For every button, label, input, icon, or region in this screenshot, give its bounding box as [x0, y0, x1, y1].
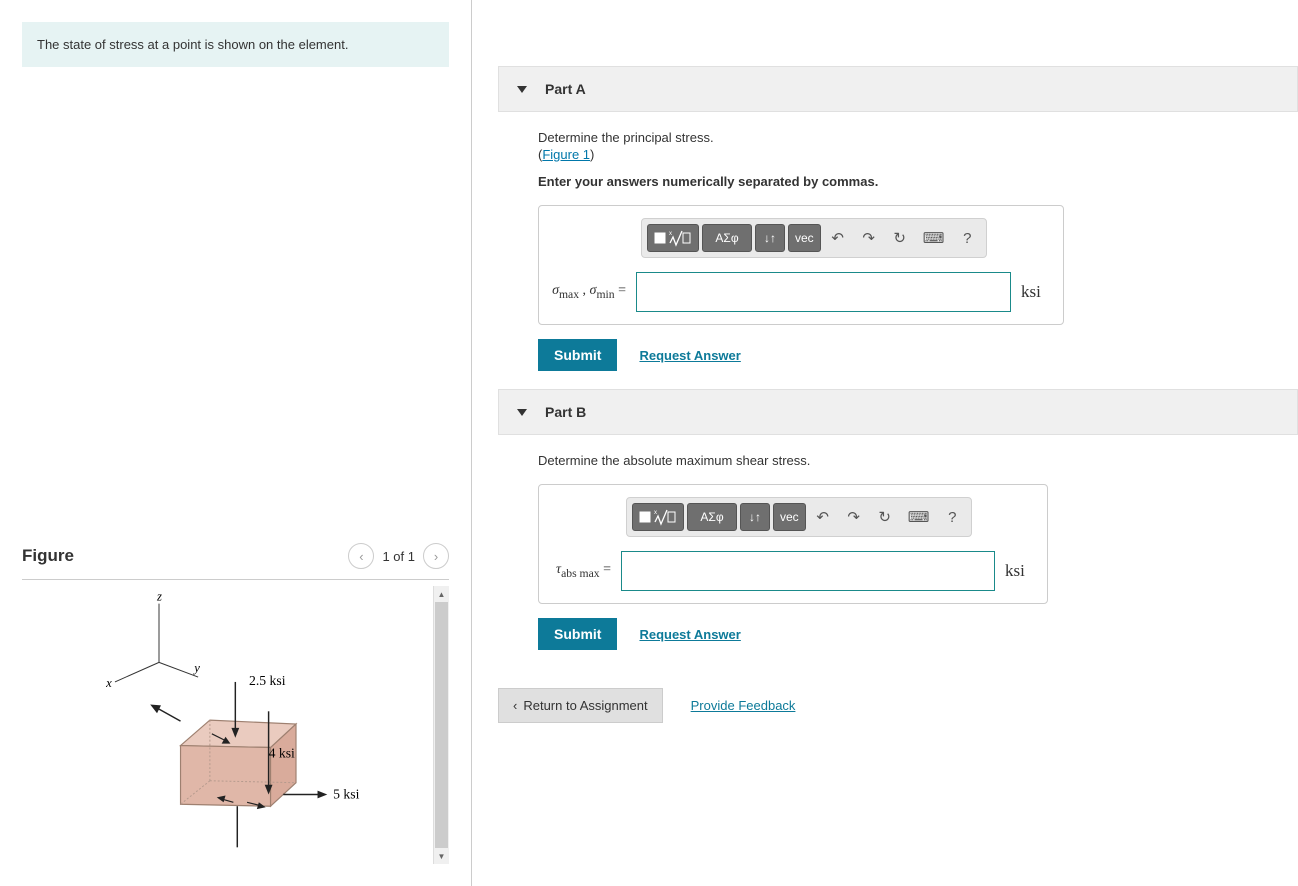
vec-button[interactable]: vec: [773, 503, 806, 531]
chevron-down-icon: [517, 409, 527, 416]
undo-button[interactable]: ↶: [809, 503, 837, 531]
part-b-unit: ksi: [1005, 561, 1035, 581]
axis-x-label: x: [105, 676, 112, 690]
part-b-instruction: Determine the absolute maximum shear str…: [538, 453, 1298, 468]
problem-statement: The state of stress at a point is shown …: [22, 22, 449, 67]
figure-link[interactable]: Figure 1: [542, 147, 590, 162]
greek-button[interactable]: ΑΣφ: [687, 503, 737, 531]
left-panel: The state of stress at a point is shown …: [0, 0, 472, 886]
part-a-header[interactable]: Part A: [498, 66, 1298, 112]
sort-button[interactable]: ↓↑: [740, 503, 770, 531]
axis-y-label: y: [192, 661, 200, 675]
template-button[interactable]: x: [647, 224, 699, 252]
part-b-header[interactable]: Part B: [498, 389, 1298, 435]
equation-toolbar-b: x ΑΣφ ↓↑ vec ↶ ↷ ↻ ⌨ ?: [626, 497, 972, 537]
part-a-var-label: σmax , σmin =: [551, 283, 626, 301]
return-button[interactable]: ‹ Return to Assignment: [498, 688, 663, 723]
part-a-request-link[interactable]: Request Answer: [639, 348, 740, 363]
part-a-unit: ksi: [1021, 282, 1051, 302]
axis-z-label: z: [156, 590, 162, 604]
scroll-down-icon[interactable]: ▼: [434, 848, 449, 864]
part-a-answer-input[interactable]: [636, 272, 1011, 312]
svg-text:x: x: [654, 510, 657, 516]
part-a-instruction: Determine the principal stress.: [538, 130, 1298, 145]
reset-button[interactable]: ↻: [886, 224, 914, 252]
part-a-title: Part A: [545, 81, 586, 97]
right-panel: Part A Determine the principal stress. (…: [472, 0, 1298, 886]
return-label: Return to Assignment: [523, 698, 647, 713]
scroll-up-icon[interactable]: ▲: [434, 586, 449, 602]
part-b-request-link[interactable]: Request Answer: [639, 627, 740, 642]
figure-scrollbar[interactable]: ▲ ▼: [433, 586, 449, 864]
part-a-submit-button[interactable]: Submit: [538, 339, 617, 371]
keyboard-button[interactable]: ⌨: [902, 503, 936, 531]
part-b-title: Part B: [545, 404, 586, 420]
stress-cube: [181, 720, 296, 806]
part-b-body: Determine the absolute maximum shear str…: [498, 435, 1298, 650]
figure-title: Figure: [22, 546, 74, 566]
figure-section: Figure ‹ 1 of 1 › z x y: [22, 543, 449, 864]
redo-button[interactable]: ↷: [840, 503, 868, 531]
part-b-answer-box: x ΑΣφ ↓↑ vec ↶ ↷ ↻ ⌨ ? τabs max = ksi: [538, 484, 1048, 604]
stress-label-1: 2.5 ksi: [249, 673, 286, 688]
stress-label-3: 5 ksi: [333, 786, 359, 801]
figure-page-indicator: 1 of 1: [382, 549, 415, 564]
figure-prev-button[interactable]: ‹: [348, 543, 374, 569]
part-b-var-label: τabs max =: [551, 562, 611, 580]
scroll-thumb[interactable]: [435, 602, 448, 848]
redo-button[interactable]: ↷: [855, 224, 883, 252]
help-button[interactable]: ?: [938, 503, 966, 531]
vec-button[interactable]: vec: [788, 224, 821, 252]
part-a-body: Determine the principal stress. (Figure …: [498, 112, 1298, 371]
sort-button[interactable]: ↓↑: [755, 224, 785, 252]
part-a-format: Enter your answers numerically separated…: [538, 174, 1298, 189]
undo-button[interactable]: ↶: [824, 224, 852, 252]
equation-toolbar-a: x ΑΣφ ↓↑ vec ↶ ↷ ↻ ⌨ ?: [641, 218, 987, 258]
template-button[interactable]: x: [632, 503, 684, 531]
figure-next-button[interactable]: ›: [423, 543, 449, 569]
chevron-left-icon: ‹: [513, 698, 517, 713]
part-b-submit-button[interactable]: Submit: [538, 618, 617, 650]
svg-text:x: x: [669, 231, 672, 237]
part-b-answer-input[interactable]: [621, 551, 995, 591]
part-a-answer-box: x ΑΣφ ↓↑ vec ↶ ↷ ↻ ⌨ ? σmax , σmin = ksi: [538, 205, 1064, 325]
greek-button[interactable]: ΑΣφ: [702, 224, 752, 252]
stress-label-2: 4 ksi: [269, 745, 295, 760]
figure-image: z x y: [22, 586, 433, 864]
help-button[interactable]: ?: [953, 224, 981, 252]
feedback-link[interactable]: Provide Feedback: [691, 698, 796, 713]
chevron-down-icon: [517, 86, 527, 93]
reset-button[interactable]: ↻: [871, 503, 899, 531]
keyboard-button[interactable]: ⌨: [917, 224, 951, 252]
